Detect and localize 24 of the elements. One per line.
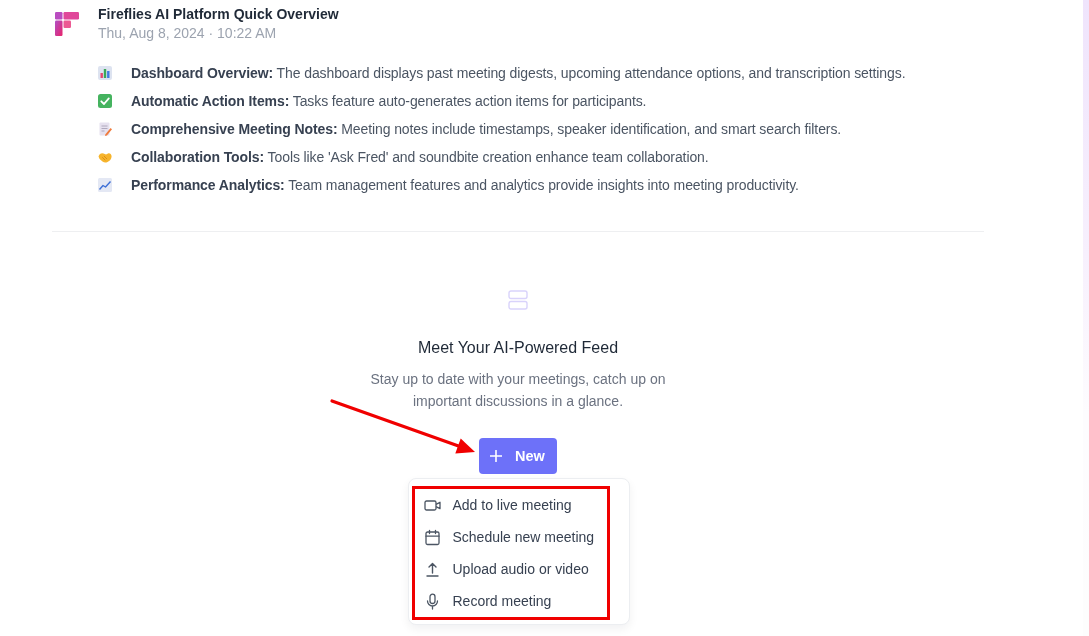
logo-icon — [55, 12, 79, 36]
memo-pencil-icon — [98, 122, 112, 136]
feed-description: Stay up to date with your meetings, catch up on important discussions in a glance. — [369, 370, 667, 411]
feed-heading: Meet Your AI-Powered Feed — [417, 338, 619, 358]
summary-text: Collaboration Tools: Tools like 'Ask Fred' and soundbite creation enhance team collaboration. — [131, 148, 709, 167]
stacked-cards-icon — [508, 290, 528, 310]
new-button[interactable]: New — [479, 438, 557, 474]
summary-text: Comprehensive Meeting Notes: Meeting notes include timestamps, speaker identification, and smart search filters. — [131, 120, 842, 139]
calendar-icon — [423, 528, 441, 546]
checkmark-icon — [98, 94, 112, 108]
menu-item[interactable]: Upload audio or video — [414, 553, 607, 585]
summary-text: Dashboard Overview: The dashboard displays past meeting digests, upcoming attendance options, and transcription settings. — [131, 64, 906, 83]
handshake-icon — [98, 150, 112, 164]
summary-text: Automatic Action Items: Tasks feature auto-generates action items for participants. — [131, 92, 647, 111]
meeting-date: Thu, Aug 8, 2024 · 10:22 AM — [98, 24, 278, 43]
menu-item[interactable]: Schedule new meeting — [414, 521, 607, 553]
menu-item[interactable]: Add to live meeting — [414, 489, 607, 521]
bar-chart-icon — [98, 66, 112, 80]
plus-icon — [490, 450, 503, 462]
trend-chart-icon — [98, 178, 112, 192]
meeting-title: Fireflies AI Platform Quick Overview — [98, 5, 339, 24]
summary-text: Performance Analytics: Team management features and analytics provide insights into meeting productivity. — [131, 176, 799, 195]
upload-icon — [423, 560, 441, 578]
menu-item[interactable]: Record meeting — [414, 585, 607, 617]
